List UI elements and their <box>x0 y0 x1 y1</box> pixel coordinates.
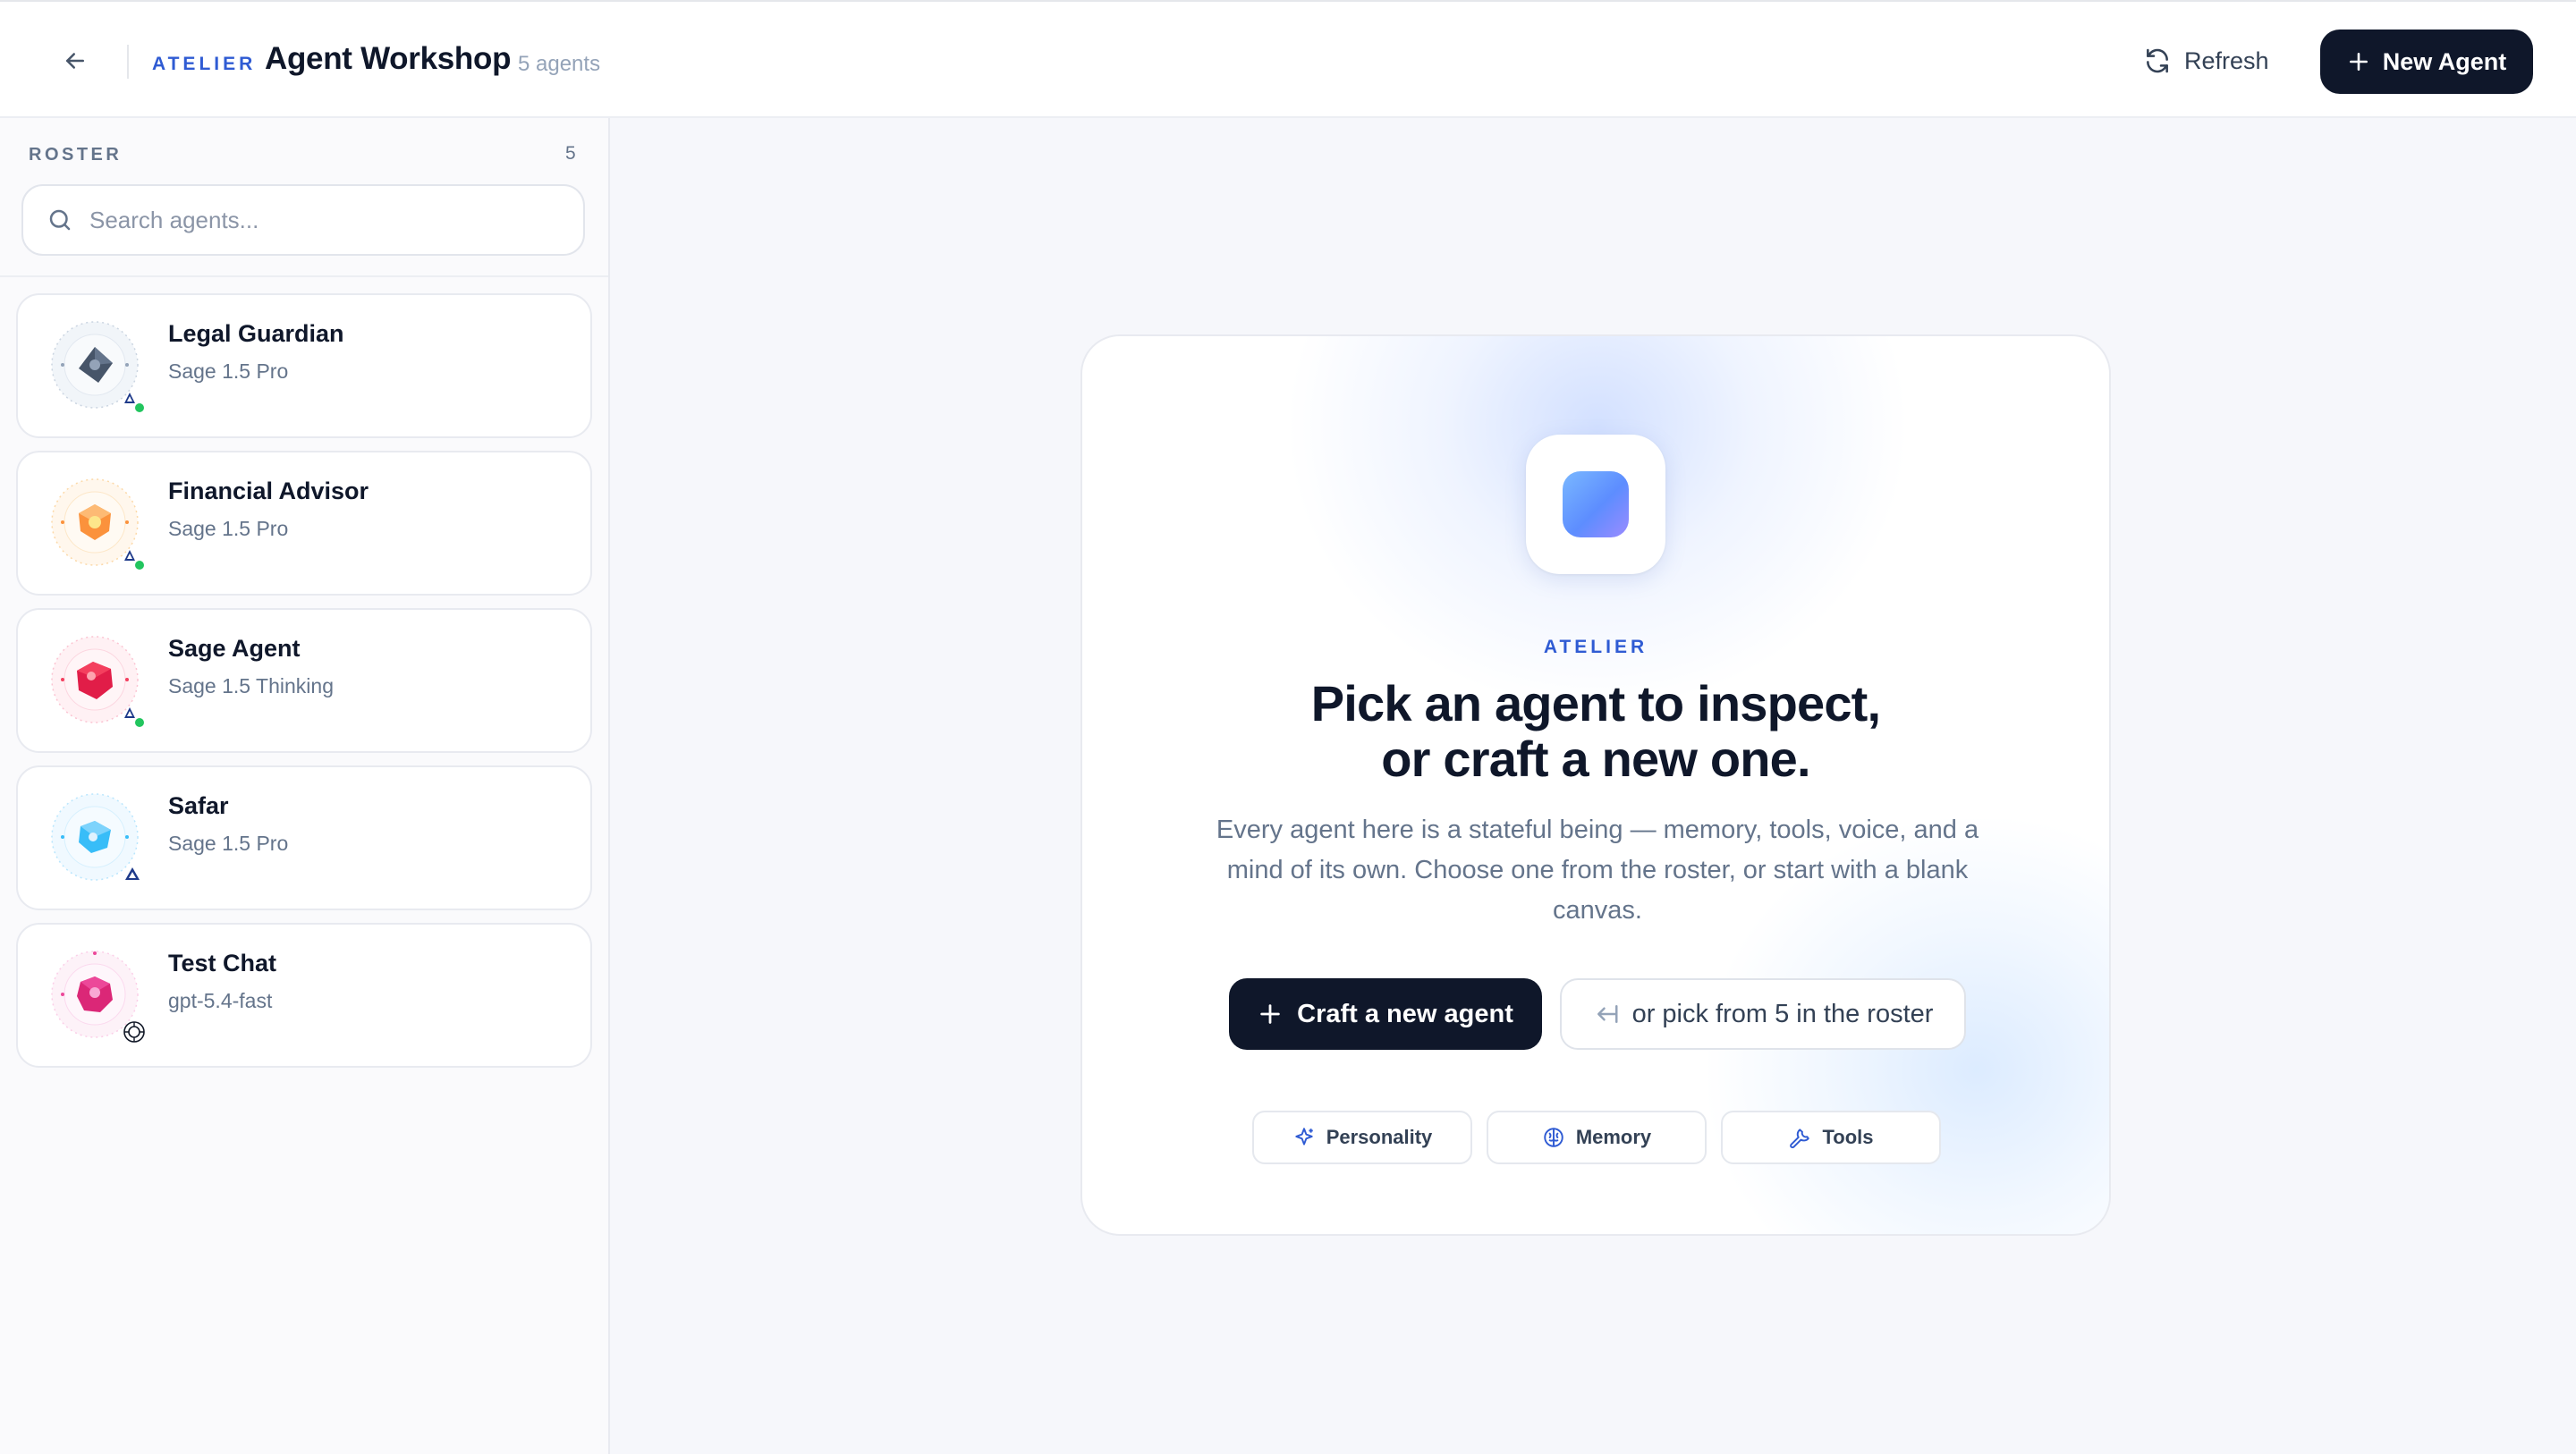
chip-tools[interactable]: Tools <box>1721 1111 1941 1164</box>
sparkle-icon <box>1295 1128 1313 1145</box>
agent-model: Sage 1.5 Pro <box>168 832 289 855</box>
agent-card-legal-guardian[interactable]: Legal Guardian Sage 1.5 Pro <box>16 293 592 438</box>
chip-memory[interactable]: Memory <box>1487 1111 1707 1164</box>
hero-title-line-1: Pick an agent to inspect, <box>1310 675 1881 731</box>
pick-from-roster-button[interactable]: or pick from 5 in the roster <box>1560 978 1966 1050</box>
agent-name: Financial Advisor <box>168 478 369 504</box>
agent-model: Sage 1.5 Thinking <box>168 674 334 697</box>
brain-icon <box>1544 1128 1563 1147</box>
hero-title: Pick an agent to inspect, or craft a new… <box>1082 676 2109 787</box>
plus-icon <box>2349 53 2368 71</box>
craft-new-agent-button[interactable]: Craft a new agent <box>1229 978 1542 1050</box>
empty-state-card: ATELIER Pick an agent to inspect, or cra… <box>1080 334 2111 1236</box>
provider-icon <box>124 550 146 571</box>
arrow-left-icon <box>66 53 84 69</box>
provider-icon <box>124 393 146 414</box>
pick-label: or pick from 5 in the roster <box>1631 999 1934 1028</box>
search-input[interactable] <box>89 206 555 234</box>
sidebar-divider <box>0 275 608 277</box>
agent-name: Legal Guardian <box>168 320 344 347</box>
agent-card-safar[interactable]: Safar Sage 1.5 Pro <box>16 765 592 910</box>
roster-count: 5 <box>565 143 576 164</box>
craft-label: Craft a new agent <box>1297 999 1513 1028</box>
chip-label: Tools <box>1822 1126 1874 1148</box>
agent-model: Sage 1.5 Pro <box>168 517 289 540</box>
hero-description: Every agent here is a stateful being — m… <box>1216 816 1979 925</box>
agent-card-test-chat[interactable]: Test Chat gpt-5.4-fast <box>16 923 592 1068</box>
provider-icon <box>124 707 146 729</box>
agent-name: Safar <box>168 792 229 819</box>
new-agent-button[interactable]: New Agent <box>2320 30 2533 94</box>
wrench-icon <box>1790 1129 1810 1149</box>
agent-list: Legal Guardian Sage 1.5 Pro Financial Ad… <box>16 293 592 1080</box>
back-button[interactable] <box>55 41 95 80</box>
atelier-logo-icon <box>1526 435 1665 574</box>
search-icon <box>49 209 71 231</box>
arrow-to-left-icon <box>1597 1005 1618 1023</box>
hero-title-line-2: or craft a new one. <box>1381 731 1810 787</box>
hero-kicker: ATELIER <box>1543 637 1648 657</box>
agent-name: Sage Agent <box>168 635 301 662</box>
provider-icon <box>125 867 140 880</box>
agent-name: Test Chat <box>168 950 277 976</box>
agent-model: Sage 1.5 Pro <box>168 359 289 383</box>
header-divider <box>127 45 129 79</box>
chip-label: Personality <box>1326 1126 1433 1148</box>
chip-personality[interactable]: Personality <box>1252 1111 1472 1164</box>
refresh-label: Refresh <box>2184 46 2269 74</box>
plus-icon <box>1260 1004 1280 1024</box>
refresh-button[interactable]: Refresh <box>2143 38 2295 84</box>
agent-card-financial-advisor[interactable]: Financial Advisor Sage 1.5 Pro <box>16 451 592 596</box>
sidebar: ROSTER 5 Legal Guardian Sage 1.5 Pro <box>0 118 610 1454</box>
brand-label: ATELIER <box>152 54 257 74</box>
agent-card-sage-agent[interactable]: Sage Agent Sage 1.5 Thinking <box>16 608 592 753</box>
openai-icon <box>123 1021 145 1043</box>
new-agent-label: New Agent <box>2382 47 2507 75</box>
refresh-icon <box>2147 48 2168 73</box>
agent-model: gpt-5.4-fast <box>168 989 273 1012</box>
top-bar: ATELIER Agent Workshop 5 agents Refresh … <box>0 0 2576 118</box>
chip-label: Memory <box>1575 1126 1652 1148</box>
roster-label: ROSTER <box>29 145 123 165</box>
page-title: Agent Workshop <box>265 41 512 76</box>
search-box[interactable] <box>21 184 585 256</box>
agent-count: 5 agents <box>518 52 601 76</box>
gradient-square-icon <box>1563 471 1629 537</box>
